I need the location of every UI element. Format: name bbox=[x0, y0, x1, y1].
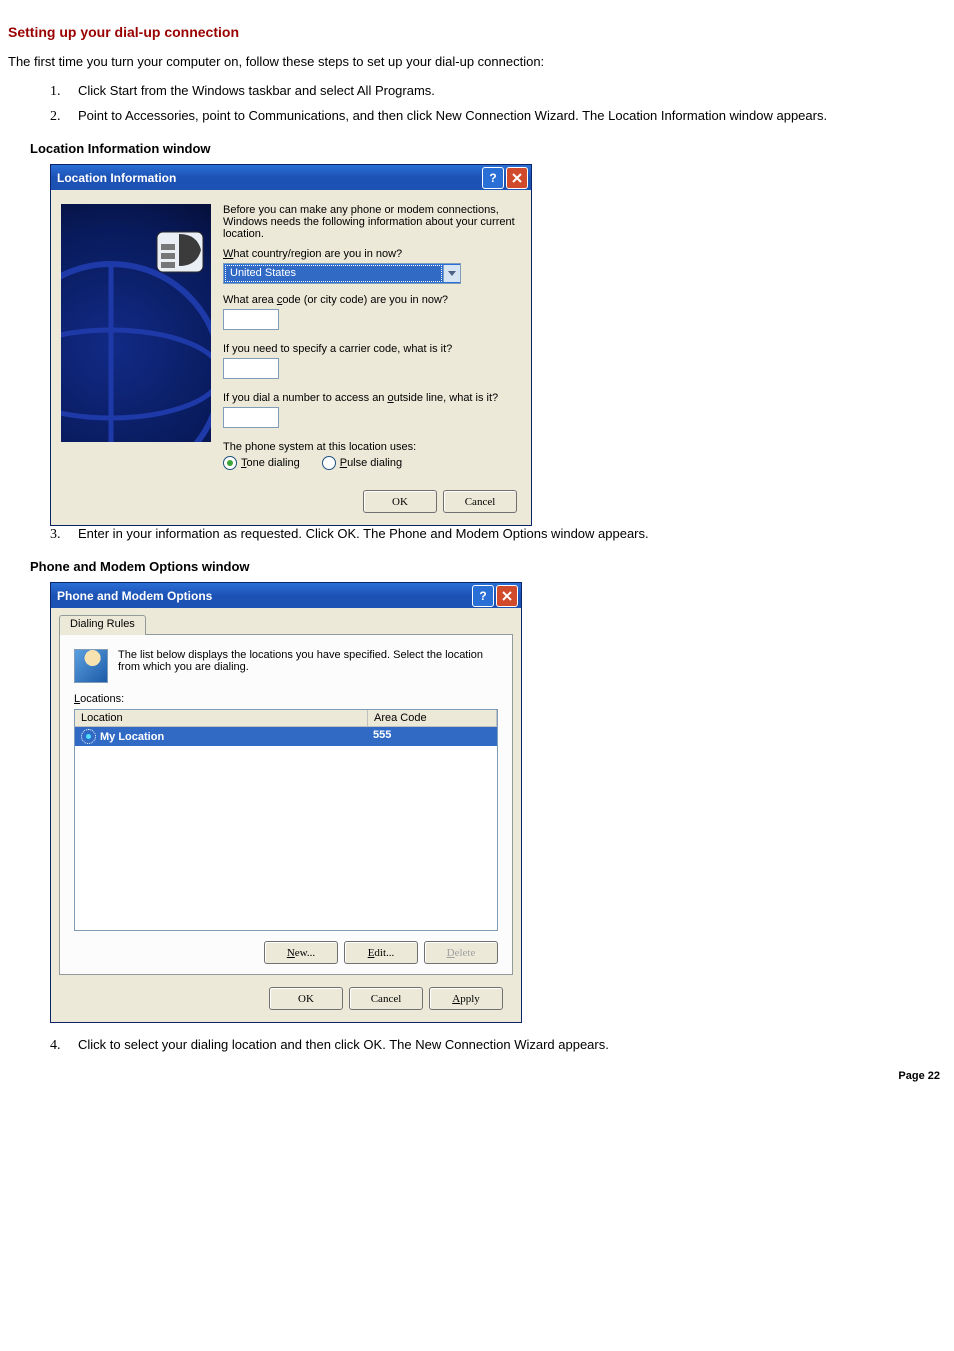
steps-list-cont: Enter in your information as requested. … bbox=[8, 526, 946, 541]
step-1: Click Start from the Windows taskbar and… bbox=[64, 83, 946, 98]
steps-list-cont2: Click to select your dialing location an… bbox=[8, 1037, 946, 1052]
phone-location-icon bbox=[74, 649, 108, 683]
locations-label: Locations: bbox=[74, 693, 498, 705]
country-value: United States bbox=[225, 265, 442, 282]
edit-button[interactable]: Edit... bbox=[344, 941, 418, 964]
cancel-button[interactable]: Cancel bbox=[443, 490, 517, 513]
locations-list[interactable]: Location Area Code My Location 555 bbox=[74, 709, 498, 931]
close-icon bbox=[512, 173, 522, 183]
tone-dialing-radio[interactable]: Tone dialing bbox=[223, 456, 300, 470]
phone-modem-intro: The list below displays the locations yo… bbox=[118, 649, 498, 673]
col-area-code[interactable]: Area Code bbox=[368, 710, 497, 726]
caption-location-info: Location Information window bbox=[30, 141, 946, 156]
new-button[interactable]: New... bbox=[264, 941, 338, 964]
carrier-code-label: If you need to specify a carrier code, w… bbox=[223, 343, 517, 355]
radio-selected-icon bbox=[223, 456, 237, 470]
ok-button[interactable]: OK bbox=[363, 490, 437, 513]
area-code-input[interactable] bbox=[223, 309, 279, 330]
sidebar-art bbox=[61, 204, 211, 442]
titlebar: Location Information ? bbox=[51, 165, 531, 190]
phone-modem-options-window: Phone and Modem Options ? Dialing Rules … bbox=[50, 582, 522, 1023]
intro-text: The first time you turn your computer on… bbox=[8, 54, 946, 69]
col-location[interactable]: Location bbox=[75, 710, 368, 726]
outside-line-label: If you dial a number to access an outsid… bbox=[223, 392, 517, 404]
ok-button[interactable]: OK bbox=[269, 987, 343, 1010]
chevron-down-icon bbox=[448, 271, 456, 277]
close-button[interactable] bbox=[506, 167, 528, 189]
globe-phone-icon bbox=[61, 204, 211, 442]
titlebar: Phone and Modem Options ? bbox=[51, 583, 521, 608]
delete-button: Delete bbox=[424, 941, 498, 964]
carrier-code-input[interactable] bbox=[223, 358, 279, 379]
apply-button[interactable]: Apply bbox=[429, 987, 503, 1010]
radio-unselected-icon bbox=[322, 456, 336, 470]
window-title: Location Information bbox=[57, 171, 480, 185]
caption-phone-modem: Phone and Modem Options window bbox=[30, 559, 946, 574]
help-button[interactable]: ? bbox=[482, 167, 504, 189]
close-button[interactable] bbox=[496, 585, 518, 607]
help-button[interactable]: ? bbox=[472, 585, 494, 607]
phone-system-label: The phone system at this location uses: bbox=[223, 441, 517, 453]
location-intro: Before you can make any phone or modem c… bbox=[223, 204, 517, 240]
close-icon bbox=[502, 591, 512, 601]
step-4: Click to select your dialing location an… bbox=[64, 1037, 946, 1052]
window-title: Phone and Modem Options bbox=[57, 589, 470, 603]
dropdown-button[interactable] bbox=[443, 265, 460, 282]
page-number: Page 22 bbox=[8, 1070, 946, 1082]
location-selected-icon bbox=[81, 729, 96, 744]
step-3: Enter in your information as requested. … bbox=[64, 526, 946, 541]
pulse-dialing-radio[interactable]: Pulse dialing bbox=[322, 456, 402, 470]
cancel-button[interactable]: Cancel bbox=[349, 987, 423, 1010]
steps-list: Click Start from the Windows taskbar and… bbox=[8, 83, 946, 123]
list-row-selected[interactable]: My Location 555 bbox=[75, 727, 497, 746]
step-2: Point to Accessories, point to Communica… bbox=[64, 108, 946, 123]
row-location-name: My Location bbox=[100, 731, 164, 743]
list-header: Location Area Code bbox=[75, 710, 497, 727]
area-code-label: What area code (or city code) are you in… bbox=[223, 294, 517, 306]
country-label: What country/region are you in now? bbox=[223, 248, 517, 260]
country-select[interactable]: United States bbox=[223, 263, 461, 284]
tab-dialing-rules[interactable]: Dialing Rules bbox=[59, 615, 146, 635]
outside-line-input[interactable] bbox=[223, 407, 279, 428]
row-area-code: 555 bbox=[367, 727, 497, 746]
location-information-window: Location Information ? Before you can ma… bbox=[50, 164, 532, 526]
page-heading: Setting up your dial-up connection bbox=[8, 24, 946, 40]
